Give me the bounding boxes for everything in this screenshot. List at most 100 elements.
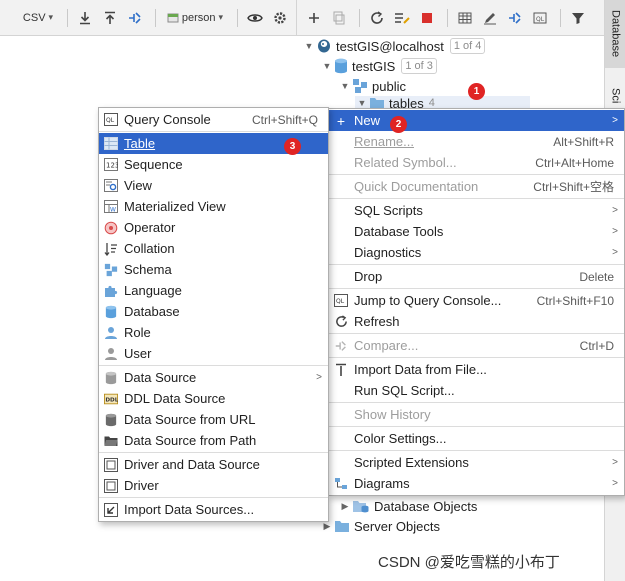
menu-item-new[interactable]: + New > <box>329 110 624 131</box>
menu-item-diagrams[interactable]: Diagrams > <box>329 473 624 494</box>
menu-item-refresh[interactable]: Refresh <box>329 311 624 332</box>
menu-divider <box>99 497 328 498</box>
menu-divider <box>329 402 624 403</box>
annotation-badge-3: 3 <box>284 138 301 155</box>
svg-text:QL: QL <box>106 117 115 124</box>
menu-item-view[interactable]: View <box>99 175 328 196</box>
menu-item-data-source-from-url[interactable]: Data Source from URL <box>99 409 328 430</box>
tree-node-database-objects[interactable]: ▶ Database Objects <box>338 496 478 516</box>
toolbar-divider <box>359 8 360 27</box>
data-source-icon <box>104 371 118 385</box>
toolbar-divider <box>237 8 238 27</box>
user-icon <box>104 347 118 361</box>
compare-arrows-icon[interactable] <box>504 7 526 29</box>
tree-node-database[interactable]: ▼ testGIS 1 of 3 <box>320 56 437 76</box>
menu-item-show-history[interactable]: Show History <box>329 404 624 425</box>
compare-arrows-icon[interactable] <box>124 7 146 29</box>
menu-label: Role <box>124 325 151 340</box>
add-icon[interactable] <box>303 7 325 29</box>
menu-item-rename[interactable]: Rename... Alt+Shift+R <box>329 131 624 152</box>
menu-label: Import Data Sources... <box>124 502 255 517</box>
menu-item-role[interactable]: Role <box>99 322 328 343</box>
table-view-icon[interactable] <box>454 7 476 29</box>
menu-label: Related Symbol... <box>354 155 457 170</box>
svg-text:QL: QL <box>536 16 545 23</box>
menu-item-data-source-from-path[interactable]: Data Source from Path <box>99 430 328 451</box>
chevron-down-icon: ▼ <box>322 61 332 71</box>
diagram-icon <box>334 477 348 491</box>
menu-item-operator[interactable]: Operator <box>99 217 328 238</box>
shortcut: Delete <box>579 269 614 284</box>
chevron-right-icon: > <box>612 478 618 489</box>
import-icon <box>104 502 118 517</box>
tab-database[interactable]: Database <box>605 0 625 68</box>
properties-icon[interactable] <box>391 7 413 29</box>
refresh-icon[interactable] <box>366 7 388 29</box>
menu-item-color-settings[interactable]: Color Settings... <box>329 428 624 449</box>
shortcut: Ctrl+Shift+F10 <box>536 293 614 308</box>
menu-item-user[interactable]: User <box>99 343 328 364</box>
menu-item-driver-and-data-source[interactable]: Driver and Data Source <box>99 454 328 475</box>
menu-item-ddl-data-source[interactable]: DDL DDL Data Source <box>99 388 328 409</box>
postgres-icon <box>318 39 330 53</box>
menu-label: DDL Data Source <box>124 391 226 406</box>
menu-item-import-data-from-file[interactable]: Import Data from File... <box>329 359 624 380</box>
menu-divider <box>99 365 328 366</box>
menu-item-schema[interactable]: Schema <box>99 259 328 280</box>
chevron-down-icon: ▾ <box>48 12 54 22</box>
menu-item-database-tools[interactable]: Database Tools > <box>329 221 624 242</box>
tree-node-schema[interactable]: ▼ public <box>338 76 406 96</box>
menu-label: Run SQL Script... <box>354 383 455 398</box>
eye-icon[interactable] <box>244 7 266 29</box>
menu-item-collation[interactable]: Collation <box>99 238 328 259</box>
chevron-down-icon: ▼ <box>340 81 350 91</box>
gear-icon[interactable] <box>269 7 291 29</box>
schema-label: public <box>372 78 406 94</box>
menu-item-data-source[interactable]: Data Source > <box>99 367 328 388</box>
menu-item-sequence[interactable]: 123 Sequence <box>99 154 328 175</box>
menu-item-jump-to-query-console[interactable]: QL Jump to Query Console... Ctrl+Shift+F… <box>329 290 624 311</box>
toolbar-divider <box>560 8 561 27</box>
menu-label: Show History <box>354 407 431 422</box>
copy-icon[interactable] <box>328 7 350 29</box>
menu-label: New <box>354 113 381 128</box>
menu-item-related-symbol[interactable]: Related Symbol... Ctrl+Alt+Home <box>329 152 624 173</box>
filter-icon[interactable] <box>567 7 589 29</box>
menu-item-compare[interactable]: Compare... Ctrl+D <box>329 335 624 356</box>
download-icon[interactable] <box>74 7 96 29</box>
tree-node-server-objects[interactable]: ▶ Server Objects <box>320 516 440 536</box>
menu-item-sql-scripts[interactable]: SQL Scripts > <box>329 200 624 221</box>
menu-item-language[interactable]: Language <box>99 280 328 301</box>
menu-item-driver[interactable]: Driver <box>99 475 328 496</box>
folder-open-icon <box>104 434 118 448</box>
edit-icon[interactable] <box>479 7 501 29</box>
csv-format-dropdown[interactable]: CSV ▾ <box>18 7 58 29</box>
chevron-right-icon: > <box>612 247 618 258</box>
operator-icon <box>104 221 118 235</box>
person-dropdown[interactable]: person ▾ <box>162 7 228 29</box>
menu-item-query-console[interactable]: QL Query Console Ctrl+Shift+Q <box>99 109 328 130</box>
stop-icon[interactable] <box>416 7 438 29</box>
chevron-right-icon: > <box>316 372 322 383</box>
console-icon[interactable]: QL <box>529 7 551 29</box>
menu-item-quick-documentation[interactable]: Quick Documentation Ctrl+Shift+空格 <box>329 176 624 197</box>
upload-icon[interactable] <box>99 7 121 29</box>
menu-item-materialized-view[interactable]: W Materialized View <box>99 196 328 217</box>
menu-item-diagnostics[interactable]: Diagnostics > <box>329 242 624 263</box>
database-objects-icon <box>353 501 369 513</box>
svg-text:QL: QL <box>336 298 345 305</box>
tree-node-connection[interactable]: ▼ testGIS@localhost 1 of 4 <box>302 36 486 56</box>
menu-label: Collation <box>124 241 175 256</box>
menu-divider <box>329 174 624 175</box>
menu-item-run-sql-script[interactable]: Run SQL Script... <box>329 380 624 401</box>
menu-item-drop[interactable]: Drop Delete <box>329 266 624 287</box>
menu-item-import-data-sources[interactable]: Import Data Sources... <box>99 499 328 520</box>
menu-item-database[interactable]: Database <box>99 301 328 322</box>
menu-label: Scripted Extensions <box>354 455 469 470</box>
menu-item-scripted-extensions[interactable]: Scripted Extensions > <box>329 452 624 473</box>
menu-divider <box>329 426 624 427</box>
database-toolbar: QL <box>296 0 604 36</box>
chevron-down-icon: ▼ <box>304 41 314 51</box>
menu-label: Operator <box>124 220 176 235</box>
menu-label: SQL Scripts <box>354 203 423 218</box>
